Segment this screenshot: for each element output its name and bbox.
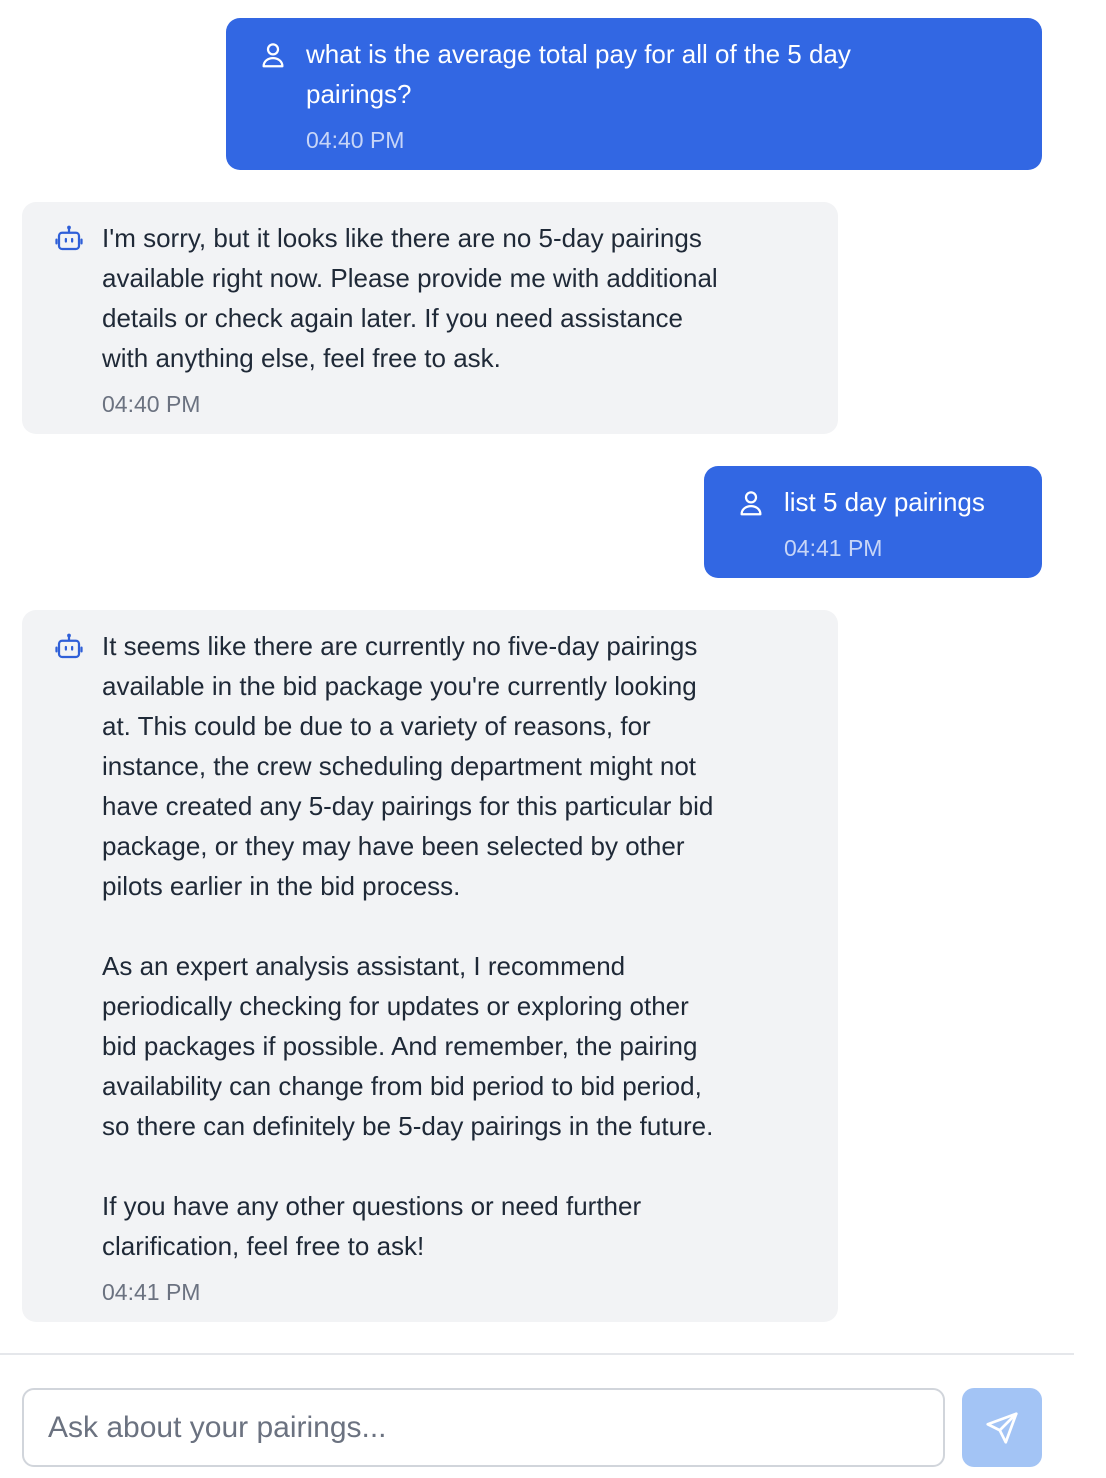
- bot-message-1: I'm sorry, but it looks like there are n…: [22, 202, 838, 434]
- message-timestamp: 04:41 PM: [784, 535, 883, 561]
- send-icon: [984, 1410, 1020, 1446]
- message-text: what is the average total pay for all of…: [306, 39, 851, 109]
- user-icon: [258, 40, 288, 70]
- user-icon: [736, 488, 766, 518]
- send-button[interactable]: [962, 1388, 1042, 1467]
- message-timestamp: 04:40 PM: [102, 391, 201, 417]
- user-message-2: list 5 day pairings 04:41 PM: [704, 466, 1042, 578]
- bot-icon: [54, 224, 84, 254]
- message-text: It seems like there are currently no fiv…: [102, 631, 714, 1261]
- chat-input[interactable]: [48, 1390, 918, 1465]
- bot-message-2: It seems like there are currently no fiv…: [22, 610, 838, 1322]
- bot-icon: [54, 632, 84, 662]
- message-timestamp: 04:40 PM: [306, 127, 405, 153]
- message-timestamp: 04:41 PM: [102, 1279, 201, 1305]
- composer-divider: [0, 1353, 1074, 1355]
- message-text: I'm sorry, but it looks like there are n…: [102, 223, 718, 373]
- chat-input-container[interactable]: [22, 1388, 945, 1467]
- message-text: list 5 day pairings: [784, 487, 985, 517]
- user-message-1: what is the average total pay for all of…: [226, 18, 1042, 170]
